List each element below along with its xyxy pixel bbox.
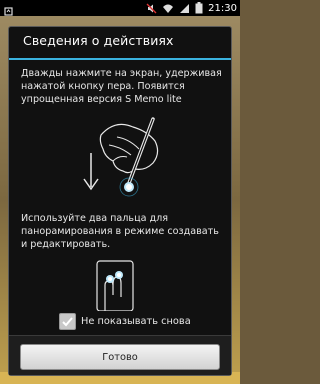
instruction-text-pen: Дважды нажмите на экран, удерживая нажат… [21,68,222,105]
status-time: 21:30 [208,2,237,14]
check-icon [62,316,73,326]
pen-hand-icon [83,117,159,197]
two-finger-illustration [83,255,147,312]
done-button[interactable]: Готово [20,344,220,370]
title-divider [9,58,231,60]
action-info-dialog: Сведения о действиях Дважды нажмите на э… [8,26,232,376]
battery-icon [195,0,203,18]
pen-gesture-illustration [69,109,179,209]
mute-icon [146,0,157,18]
dialog-button-bar: Готово [9,335,231,375]
dont-show-again-row[interactable]: Не показывать снова [59,312,191,330]
two-finger-icon [96,260,134,312]
wifi-icon [162,0,174,18]
dialog-title: Сведения о действиях [23,33,174,48]
dont-show-again-checkbox[interactable] [59,312,76,330]
signal-icon [179,0,190,18]
status-bar: 21:30 [0,0,240,16]
dont-show-again-label: Не показывать снова [81,315,191,327]
instruction-text-pan: Используйте два пальца для панорамирован… [21,213,219,250]
